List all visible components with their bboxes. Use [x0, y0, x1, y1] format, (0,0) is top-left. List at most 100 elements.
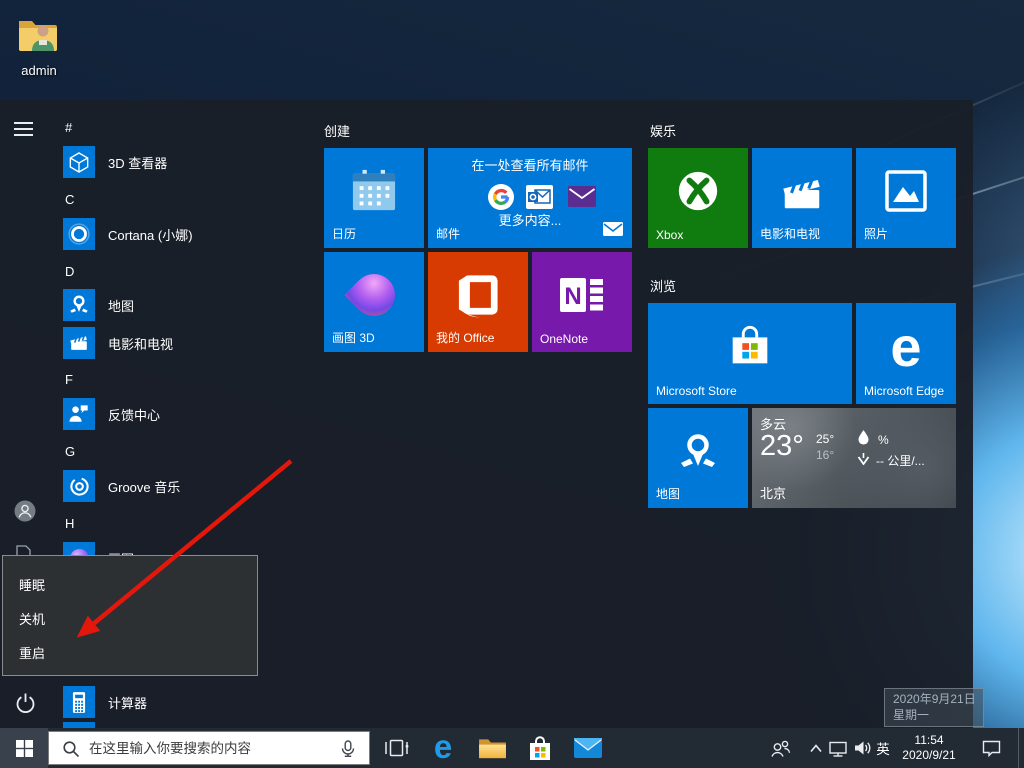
paint3d-brush-icon — [324, 254, 424, 336]
tile-label: 地图 — [656, 485, 680, 502]
app-section-header[interactable]: # — [65, 120, 72, 136]
tile-label: Xbox — [656, 228, 683, 242]
taskbar-mail-button[interactable] — [568, 728, 608, 768]
calculator-icon — [63, 686, 95, 718]
app-section-header[interactable]: C — [65, 192, 74, 208]
weather-low: 16° — [816, 448, 834, 462]
movies-tv-icon — [63, 327, 95, 359]
tile-maps[interactable]: 地图 — [648, 408, 748, 508]
start-button[interactable] — [0, 728, 48, 768]
store-icon — [648, 305, 852, 388]
calendar-icon — [324, 150, 424, 232]
action-center-icon — [982, 740, 1001, 757]
clock-time: 11:54 — [898, 733, 960, 748]
tile-label: 画图 3D — [332, 329, 375, 346]
purple-mail-icon — [568, 186, 596, 212]
tile-label: 照片 — [864, 225, 888, 242]
taskbar-clock[interactable]: 11:54 2020/9/21 — [898, 733, 960, 763]
tile-group-title: 创建 — [324, 121, 350, 137]
people-icon — [769, 739, 791, 758]
tile-calendar[interactable]: 日历 — [324, 148, 424, 248]
desktop-icon-admin[interactable]: admin — [10, 16, 68, 78]
ime-indicator[interactable]: 英 — [868, 728, 898, 768]
tooltip-date: 2020年9月21日 — [893, 691, 975, 707]
edge-icon: e — [434, 730, 452, 763]
microphone-icon[interactable] — [339, 740, 357, 763]
app-item-groove-music[interactable]: Groove 音乐 — [63, 470, 180, 502]
power-menu-restart[interactable]: 重启 — [19, 643, 45, 660]
tile-label: Microsoft Store — [656, 384, 737, 398]
3d-viewer-icon — [63, 146, 95, 178]
desktop: admin # — [0, 0, 1024, 768]
power-icon — [14, 691, 37, 715]
app-item-movies-tv[interactable]: 电影和电视 — [63, 327, 173, 359]
app-section-header[interactable]: H — [65, 516, 74, 532]
tile-microsoft-edge[interactable]: e Microsoft Edge — [856, 303, 956, 404]
network-icon — [829, 740, 847, 757]
weather-city: 北京 — [760, 483, 786, 502]
task-view-icon — [384, 737, 409, 759]
tile-microsoft-store[interactable]: Microsoft Store — [648, 303, 852, 404]
app-section-header[interactable]: D — [65, 264, 74, 280]
taskbar-search-box[interactable] — [48, 731, 370, 765]
app-item-label: 地图 — [108, 296, 134, 315]
weather-humidity: % — [878, 433, 889, 447]
tile-label: 电影和电视 — [760, 225, 820, 242]
tile-xbox[interactable]: Xbox — [648, 148, 748, 248]
tile-label: 邮件 — [436, 225, 460, 242]
groove-music-icon — [63, 470, 95, 502]
onenote-logo-letter: N — [564, 283, 581, 310]
search-icon — [62, 740, 80, 763]
taskbar-edge-button[interactable]: e — [423, 728, 463, 768]
cortana-icon — [63, 218, 95, 250]
tile-paint3d[interactable]: 画图 3D — [324, 252, 424, 352]
taskbar-file-explorer-button[interactable] — [472, 728, 512, 768]
wind-direction-icon — [857, 452, 870, 470]
power-button[interactable] — [14, 691, 37, 720]
app-item-cortana[interactable]: Cortana (小娜) — [63, 218, 193, 250]
power-menu-popup: 睡眠 关机 重启 — [2, 555, 258, 676]
app-item-label: 计算器 — [108, 693, 147, 712]
feedback-hub-icon — [63, 398, 95, 430]
app-item-maps[interactable]: 地图 — [63, 289, 134, 321]
clock-tooltip: 2020年9月21日 星期一 — [884, 688, 984, 727]
file-explorer-icon — [478, 737, 507, 760]
app-item-label: Groove 音乐 — [108, 477, 180, 496]
weather-wind: -- 公里/... — [876, 452, 925, 469]
outlook-logo-icon — [526, 185, 553, 209]
user-account-button[interactable] — [14, 500, 36, 527]
tile-movies-tv[interactable]: 电影和电视 — [752, 148, 852, 248]
windows-logo-icon — [16, 740, 33, 757]
app-section-header[interactable]: F — [65, 372, 73, 388]
tile-weather[interactable]: 多云 23° 25° 16° % -- 公里/... 北京 — [752, 408, 956, 508]
app-item-3d-viewer[interactable]: 3D 查看器 — [63, 146, 167, 178]
tile-label: 日历 — [332, 225, 356, 242]
people-button[interactable] — [762, 728, 798, 768]
action-center-button[interactable] — [972, 728, 1010, 768]
tile-onenote[interactable]: N OneNote — [532, 252, 632, 352]
tile-mail[interactable]: 在一处查看所有邮件 — [428, 148, 632, 248]
task-view-button[interactable] — [376, 728, 416, 768]
app-section-header[interactable]: G — [65, 444, 75, 460]
tile-photos[interactable]: 照片 — [856, 148, 956, 248]
tile-my-office[interactable]: 我的 Office — [428, 252, 528, 352]
tile-label: Microsoft Edge — [864, 384, 944, 398]
tile-group-title: 浏览 — [650, 276, 676, 292]
onenote-logo-icon: N — [532, 254, 632, 336]
chevron-up-icon — [809, 743, 823, 753]
hamburger-menu-button[interactable] — [14, 117, 38, 141]
desktop-icon-label: admin — [10, 63, 68, 78]
power-menu-sleep[interactable]: 睡眠 — [19, 575, 45, 592]
tile-label: 我的 Office — [436, 329, 494, 346]
mail-icon — [574, 738, 602, 758]
app-item-calculator[interactable]: 计算器 — [63, 686, 147, 718]
power-menu-shutdown[interactable]: 关机 — [19, 609, 45, 626]
user-avatar-icon — [14, 500, 36, 522]
search-input[interactable] — [89, 732, 329, 764]
app-item-feedback-hub[interactable]: 反馈中心 — [63, 398, 160, 430]
app-item-label: 3D 查看器 — [108, 153, 167, 172]
taskbar-store-button[interactable] — [520, 728, 560, 768]
user-folder-icon — [16, 16, 62, 56]
show-desktop-button[interactable] — [1018, 728, 1024, 768]
clock-date: 2020/9/21 — [898, 748, 960, 763]
